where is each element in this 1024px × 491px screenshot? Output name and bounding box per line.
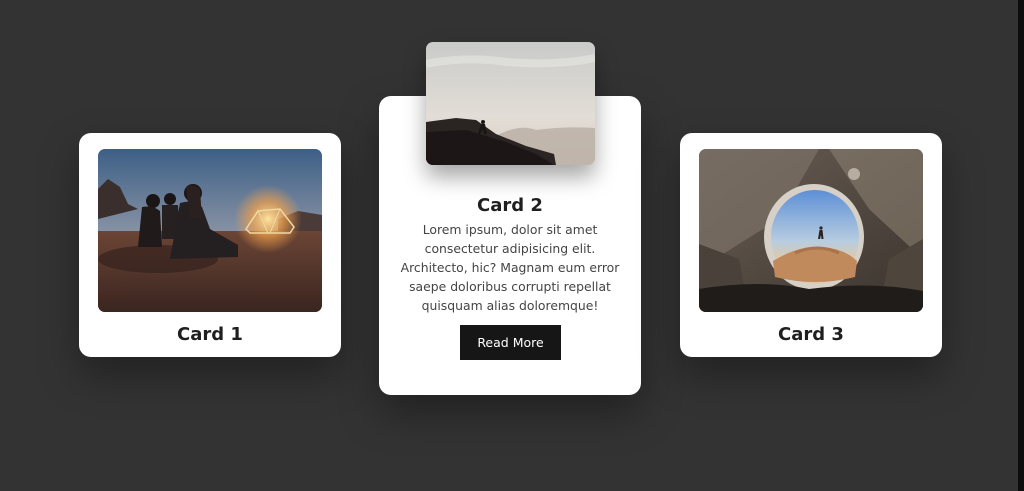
window-edge xyxy=(1018,0,1024,491)
card-1-title: Card 1 xyxy=(177,324,243,345)
page-background: Card 1 Card 2 Lorem ipsum, dolor sit ame… xyxy=(0,0,1024,491)
card-1[interactable]: Card 1 xyxy=(79,133,341,357)
card-3-title: Card 3 xyxy=(778,324,844,345)
card-3[interactable]: Card 3 xyxy=(680,133,942,357)
read-more-button[interactable]: Read More xyxy=(460,325,561,360)
card-2-description: Lorem ipsum, dolor sit amet consectetur … xyxy=(400,222,620,313)
card-2-title: Card 2 xyxy=(477,195,543,216)
card-3-image xyxy=(699,149,923,312)
card-1-image xyxy=(98,149,322,312)
card-2-image xyxy=(426,42,595,165)
